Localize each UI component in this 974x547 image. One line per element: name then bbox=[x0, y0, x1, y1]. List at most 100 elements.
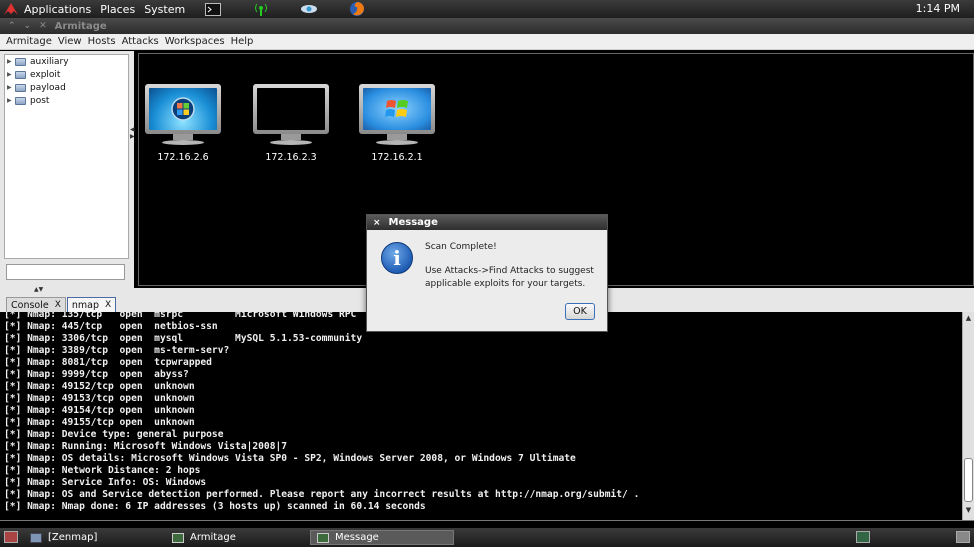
module-browser: ▶ auxiliary ▶ exploit ▶ payload ▶ post ◀ ▶ bbox=[0, 51, 135, 288]
wireless-tools-icon[interactable] bbox=[252, 1, 270, 17]
menu-armitage[interactable]: Armitage bbox=[6, 36, 52, 47]
console-line: [*] Nmap: Service Info: OS: Windows bbox=[4, 477, 207, 488]
console-line: [*] Nmap: Running: Microsoft Windows Vis… bbox=[4, 441, 288, 452]
tab-console[interactable]: Console X bbox=[6, 297, 66, 312]
expand-arrow-icon[interactable]: ▶ bbox=[7, 71, 15, 78]
kali-dragon-icon[interactable] bbox=[0, 0, 22, 18]
scroll-down-icon[interactable]: ▼ bbox=[963, 506, 974, 518]
console-line: [*] Nmap: Device type: general purpose bbox=[4, 429, 224, 440]
menu-view[interactable]: View bbox=[58, 36, 82, 47]
terminal-launcher-icon[interactable] bbox=[204, 1, 222, 17]
top-panel: Applications Places System 1:14 PM bbox=[0, 0, 974, 18]
close-icon[interactable]: ✕ bbox=[39, 21, 47, 31]
console-line: [*] Nmap: 49153/tcp open unknown bbox=[4, 393, 195, 404]
tab-nmap[interactable]: nmap X bbox=[66, 297, 117, 312]
dialog-title: Message bbox=[388, 217, 438, 228]
maximize-icon[interactable]: ⌄ bbox=[24, 21, 32, 31]
host-ip-label: 172.16.2.1 bbox=[371, 152, 423, 163]
console-line: [*] Nmap: OS and Service detection perfo… bbox=[4, 489, 640, 500]
show-desktop-icon[interactable] bbox=[4, 531, 18, 543]
tree-item-label: exploit bbox=[30, 69, 61, 80]
dialog-message: Use Attacks->Find Attacks to suggest app… bbox=[425, 266, 594, 289]
workspace-switcher-icon[interactable] bbox=[856, 531, 870, 543]
tree-item-post[interactable]: ▶ post bbox=[5, 94, 128, 107]
dialog-heading: Scan Complete! bbox=[425, 242, 497, 252]
window-titlebar[interactable]: ⌃ ⌄ ✕ Armitage bbox=[0, 18, 974, 34]
tree-item-auxiliary[interactable]: ▶ auxiliary bbox=[5, 55, 128, 68]
collapse-pane-icon[interactable]: ◀ ▶ bbox=[130, 126, 135, 140]
folder-icon bbox=[15, 70, 26, 79]
taskbar-label: [Zenmap] bbox=[48, 532, 98, 543]
console-line: [*] Nmap: 9999/tcp open abyss? bbox=[4, 369, 189, 380]
armitage-icon bbox=[172, 532, 184, 543]
unknown-os-icon[interactable] bbox=[253, 84, 329, 134]
tab-label: Console bbox=[11, 299, 49, 311]
console-line: [*] Nmap: 49154/tcp open unknown bbox=[4, 405, 195, 416]
tab-label: nmap bbox=[71, 299, 100, 311]
network-eye-icon[interactable] bbox=[300, 1, 318, 17]
console-line: [*] Nmap: Nmap done: 6 IP addresses (3 h… bbox=[4, 501, 426, 512]
tree-item-exploit[interactable]: ▶ exploit bbox=[5, 68, 128, 81]
windows-xp-icon[interactable] bbox=[359, 84, 435, 134]
message-dialog: × Message i Scan Complete! Use Attacks->… bbox=[366, 214, 608, 332]
module-search-input[interactable] bbox=[6, 264, 125, 280]
console-line: [*] Nmap: OS details: Microsoft Windows … bbox=[4, 453, 576, 464]
splitter-arrows-icon[interactable]: ▲▼ bbox=[34, 286, 43, 293]
menu-help[interactable]: Help bbox=[231, 36, 254, 47]
expand-arrow-icon[interactable]: ▶ bbox=[7, 58, 15, 65]
tree-item-payload[interactable]: ▶ payload bbox=[5, 81, 128, 94]
folder-icon bbox=[15, 96, 26, 105]
bottom-taskbar: [Zenmap] Armitage Message bbox=[0, 528, 974, 547]
console-line: [*] Nmap: 3306/tcp open mysql MySQL 5.1.… bbox=[4, 333, 363, 344]
tab-close-button[interactable]: X bbox=[55, 300, 61, 310]
console-line: [*] Nmap: 49152/tcp open unknown bbox=[4, 381, 195, 392]
windows-vista-icon[interactable] bbox=[145, 84, 221, 134]
taskbar-item-zenmap[interactable]: [Zenmap] bbox=[24, 530, 164, 545]
taskbar-label: Message bbox=[335, 532, 379, 543]
scroll-up-icon[interactable]: ▲ bbox=[963, 314, 974, 326]
menu-workspaces[interactable]: Workspaces bbox=[165, 36, 225, 47]
taskbar-label: Armitage bbox=[190, 532, 236, 543]
dialog-titlebar[interactable]: × Message bbox=[367, 215, 607, 230]
trash-icon[interactable] bbox=[956, 531, 970, 543]
host-172-16-2-3[interactable]: 172.16.2.3 bbox=[251, 84, 331, 163]
host-172-16-2-6[interactable]: 172.16.2.6 bbox=[143, 84, 223, 163]
info-icon: i bbox=[381, 242, 413, 274]
applications-menu[interactable]: Applications bbox=[24, 3, 91, 16]
host-ip-label: 172.16.2.6 bbox=[157, 152, 209, 163]
menu-attacks[interactable]: Attacks bbox=[122, 36, 159, 47]
console-line: [*] Nmap: 49155/tcp open unknown bbox=[4, 417, 195, 428]
host-ip-label: 172.16.2.3 bbox=[265, 152, 317, 163]
tree-item-label: payload bbox=[30, 82, 66, 93]
expand-arrow-icon[interactable]: ▶ bbox=[7, 84, 15, 91]
menubar: Armitage View Hosts Attacks Workspaces H… bbox=[0, 34, 974, 50]
zenmap-icon bbox=[30, 532, 42, 543]
places-menu[interactable]: Places bbox=[100, 3, 135, 16]
scroll-thumb[interactable] bbox=[964, 458, 973, 502]
system-menu[interactable]: System bbox=[144, 3, 185, 16]
tree-item-label: auxiliary bbox=[30, 56, 69, 67]
ok-button[interactable]: OK bbox=[565, 303, 595, 320]
taskbar-item-armitage[interactable]: Armitage bbox=[166, 530, 306, 545]
dialog-close-icon[interactable]: × bbox=[373, 218, 381, 228]
console-output[interactable]: [*] Nmap: 135/tcp open msrpc Microsoft W… bbox=[0, 312, 962, 520]
menu-hosts[interactable]: Hosts bbox=[88, 36, 116, 47]
console-input[interactable] bbox=[0, 520, 974, 528]
console-line: [*] Nmap: 8081/tcp open tcpwrapped bbox=[4, 357, 212, 368]
host-172-16-2-1[interactable]: 172.16.2.1 bbox=[357, 84, 437, 163]
expand-arrow-icon[interactable]: ▶ bbox=[7, 97, 15, 104]
tree-item-label: post bbox=[30, 95, 50, 106]
taskbar-item-message[interactable]: Message bbox=[310, 530, 454, 545]
console-line: [*] Nmap: 3389/tcp open ms-term-serv? bbox=[4, 345, 230, 356]
clock[interactable]: 1:14 PM bbox=[916, 2, 960, 15]
module-tree: ▶ auxiliary ▶ exploit ▶ payload ▶ post bbox=[4, 54, 129, 259]
window-title: Armitage bbox=[54, 20, 107, 32]
console-scrollbar[interactable]: ▲ ▼ bbox=[962, 312, 974, 520]
message-window-icon bbox=[317, 532, 329, 543]
minimize-icon[interactable]: ⌃ bbox=[8, 21, 16, 31]
console-line: [*] Nmap: Network Distance: 2 hops bbox=[4, 465, 201, 476]
folder-icon bbox=[15, 57, 26, 66]
folder-icon bbox=[15, 83, 26, 92]
tab-close-button[interactable]: X bbox=[105, 300, 111, 310]
firefox-icon[interactable] bbox=[348, 1, 366, 17]
